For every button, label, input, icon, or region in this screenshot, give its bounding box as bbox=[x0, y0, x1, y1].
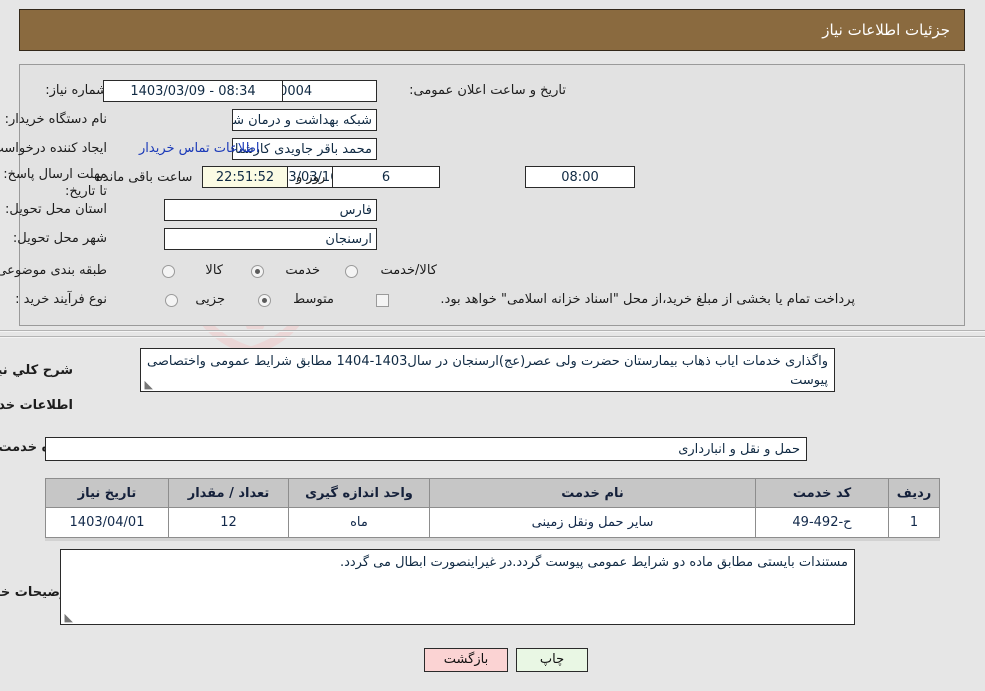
divider-bottom bbox=[0, 336, 985, 338]
process-label-minor: جزیی bbox=[195, 292, 225, 307]
category-label-goods: کالا bbox=[205, 263, 223, 278]
process-radio-minor[interactable] bbox=[165, 294, 178, 307]
cell-row: 1 bbox=[888, 507, 940, 538]
buyer-org-label: نام دستگاه خریدار: bbox=[4, 112, 107, 127]
category-label-service: خدمت bbox=[285, 263, 320, 278]
page-title: جزئیات اطلاعات نیاز bbox=[822, 21, 950, 39]
resize-grip-icon[interactable]: ◣ bbox=[143, 379, 153, 390]
announcement-datetime-field[interactable]: 08:34 - 1403/03/09 bbox=[103, 80, 283, 102]
remaining-days-field[interactable]: 6 bbox=[332, 166, 440, 188]
remaining-time-field: 22:51:52 bbox=[202, 166, 288, 188]
treasury-bonds-checkbox[interactable] bbox=[376, 294, 389, 307]
city-field[interactable]: ارسنجان bbox=[164, 228, 377, 250]
category-radio-service[interactable] bbox=[251, 265, 264, 278]
days-label: روز و bbox=[296, 170, 326, 185]
category-radio-goods[interactable] bbox=[162, 265, 175, 278]
need-number-label: شماره نیاز: bbox=[45, 83, 107, 98]
process-label-medium: متوسط bbox=[293, 292, 334, 307]
province-field[interactable]: فارس bbox=[164, 199, 377, 221]
cell-code: ح-492-49 bbox=[755, 507, 889, 538]
print-button[interactable]: چاپ bbox=[516, 648, 588, 672]
category-radio-goods-service[interactable] bbox=[345, 265, 358, 278]
buyer-org-field[interactable]: شبکه بهداشت و درمان شهرستان ارسنجان bbox=[232, 109, 377, 131]
services-table: ردیف کد خدمت نام خدمت واحد اندازه گیری ت… bbox=[45, 478, 940, 538]
col-need-date: تاریخ نیاز bbox=[45, 478, 169, 508]
cell-qty: 12 bbox=[168, 507, 289, 538]
remaining-label: ساعت باقی مانده bbox=[96, 170, 193, 185]
buyer-contact-link[interactable]: اطلاعات تماس خریدار bbox=[139, 141, 259, 156]
process-label: نوع فرآیند خرید : bbox=[15, 292, 107, 307]
page-title-bar: جزئیات اطلاعات نیاز bbox=[19, 9, 965, 51]
category-label-goods-service: کالا/خدمت bbox=[380, 263, 437, 278]
col-qty: تعداد / مقدار bbox=[168, 478, 289, 508]
buyer-notes-text: مستندات بایستی مطابق ماده دو شرایط عمومی… bbox=[339, 555, 848, 570]
summary-textarea[interactable]: واگذاری خدمات ایاب ذهاب بیمارستان حضرت و… bbox=[140, 348, 835, 392]
col-row: ردیف bbox=[888, 478, 940, 508]
summary-text: واگذاری خدمات ایاب ذهاب بیمارستان حضرت و… bbox=[147, 354, 828, 388]
col-name: نام خدمت bbox=[429, 478, 756, 508]
deadline-label: مهلت ارسال پاسخ: تا تاریخ: bbox=[3, 167, 107, 199]
col-unit: واحد اندازه گیری bbox=[288, 478, 430, 508]
announcement-label: تاریخ و ساعت اعلان عمومی: bbox=[409, 83, 566, 98]
services-section-title: اطلاعات خدمات مورد نیاز bbox=[0, 398, 73, 413]
province-label: استان محل تحویل: bbox=[5, 202, 107, 217]
cell-name: سایر حمل ونقل زمینی bbox=[429, 507, 756, 538]
need-info-panel bbox=[19, 64, 965, 326]
service-group-field[interactable]: حمل و نقل و انبارداری bbox=[45, 437, 807, 461]
summary-label: شرح کلي نیاز: bbox=[0, 363, 73, 378]
back-button[interactable]: بازگشت bbox=[424, 648, 508, 672]
resize-grip-icon-notes[interactable]: ◣ bbox=[63, 612, 73, 623]
table-header-row: ردیف کد خدمت نام خدمت واحد اندازه گیری ت… bbox=[45, 478, 940, 508]
process-radio-medium[interactable] bbox=[258, 294, 271, 307]
col-code: کد خدمت bbox=[755, 478, 889, 508]
creator-label: ایجاد کننده درخواست: bbox=[0, 141, 107, 156]
treasury-bonds-label: پرداخت تمام یا بخشی از مبلغ خرید،از محل … bbox=[440, 292, 855, 307]
buyer-notes-textarea[interactable]: مستندات بایستی مطابق ماده دو شرایط عمومی… bbox=[60, 549, 855, 625]
cell-unit: ماه bbox=[288, 507, 430, 538]
divider-top bbox=[0, 330, 985, 332]
city-label: شهر محل تحویل: bbox=[12, 231, 107, 246]
category-label: طبقه بندی موضوعی: bbox=[0, 263, 107, 278]
cell-need-date: 1403/04/01 bbox=[45, 507, 169, 538]
page-root: ArtaTender.net جزئیات اطلاعات نیاز شماره… bbox=[0, 0, 985, 691]
deadline-time-field[interactable]: 08:00 bbox=[525, 166, 635, 188]
table-row[interactable]: 1 ح-492-49 سایر حمل ونقل زمینی ماه 12 14… bbox=[45, 507, 940, 538]
